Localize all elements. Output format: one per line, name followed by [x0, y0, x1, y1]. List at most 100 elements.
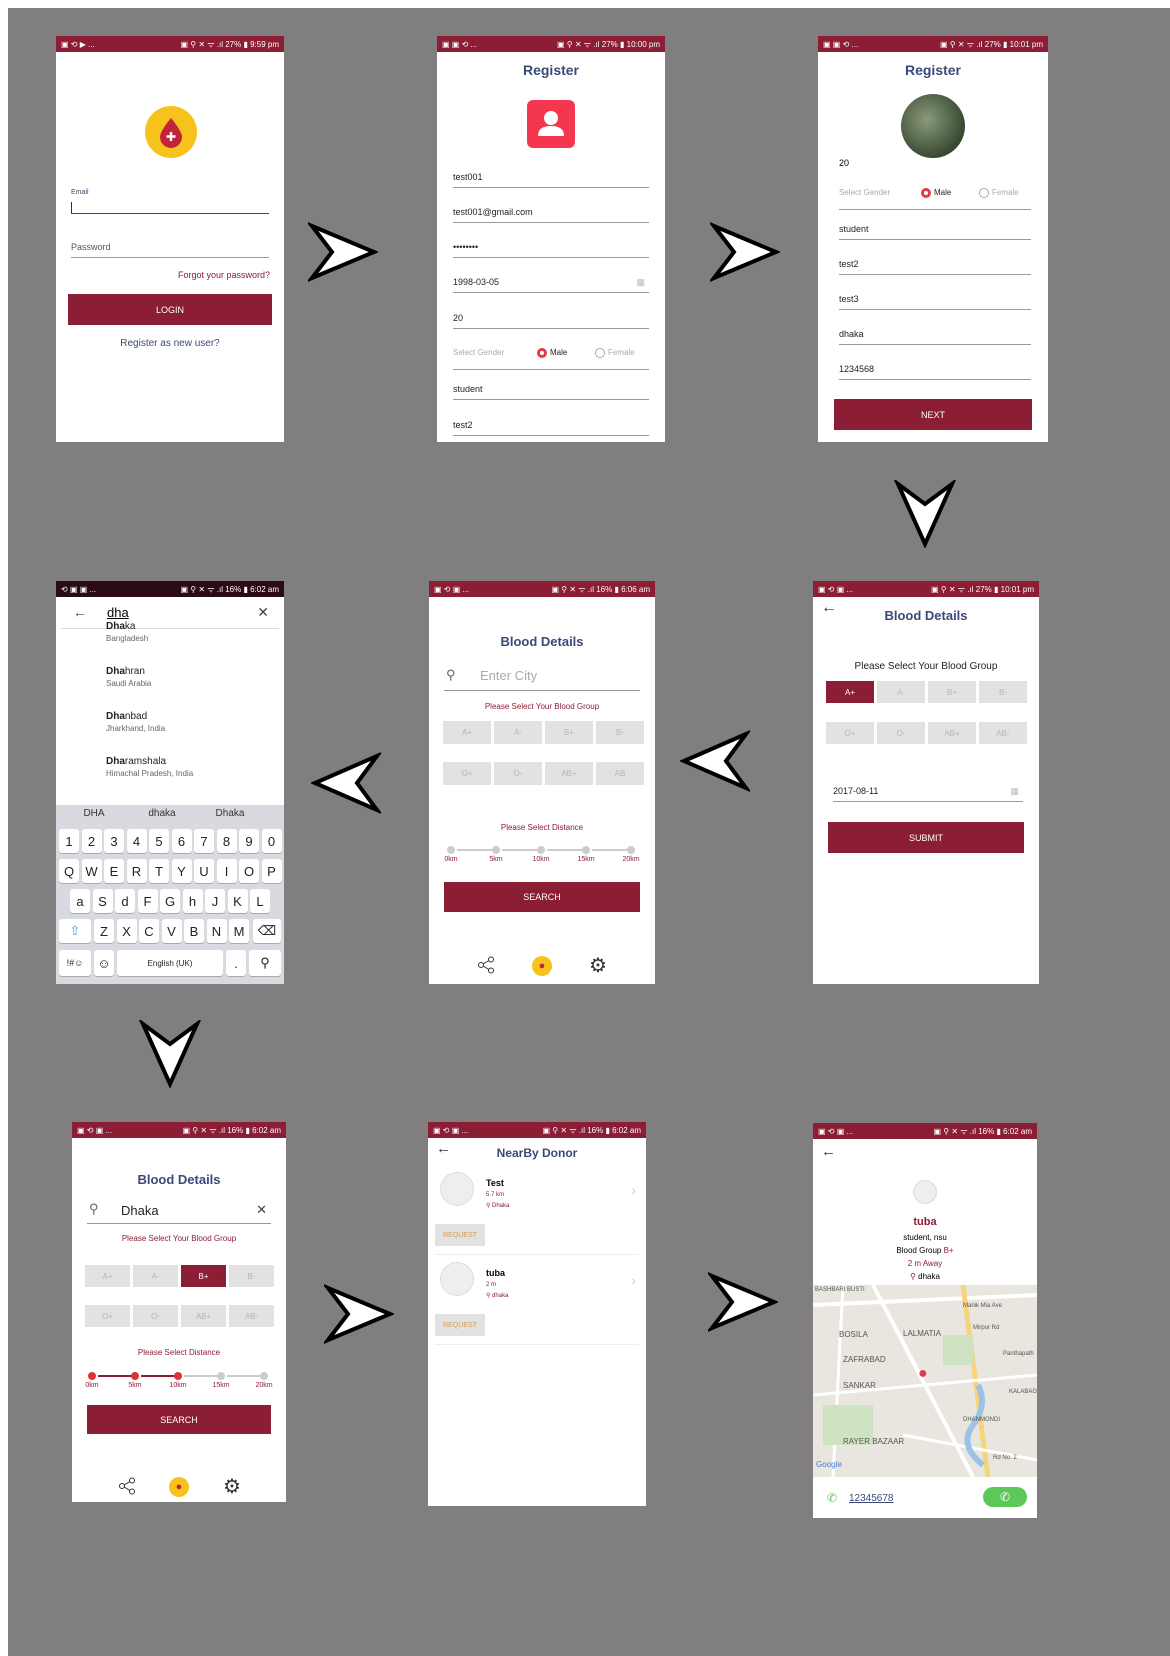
profile-photo[interactable] — [901, 94, 965, 158]
email-input[interactable] — [71, 200, 269, 214]
blood-group-option[interactable]: A- — [877, 681, 925, 703]
keyboard-key[interactable]: F — [137, 889, 158, 913]
gender-selector[interactable]: Select Gender Male Female — [839, 188, 1031, 210]
emoji-key[interactable]: ☺ — [94, 950, 114, 976]
calendar-icon[interactable]: ▦ — [636, 277, 645, 288]
phone-number-link[interactable]: 12345678 — [849, 1493, 894, 1504]
keyboard-suggestion[interactable]: Dhaka — [200, 808, 260, 819]
date-field[interactable]: 2017-08-11 ▦ — [833, 786, 1023, 802]
slider-stop[interactable] — [88, 1372, 96, 1380]
blood-group-option[interactable]: A- — [494, 721, 542, 744]
keyboard-key[interactable]: 9 — [239, 829, 259, 853]
login-button[interactable]: LOGIN — [68, 294, 272, 325]
email-field[interactable]: test001@gmail.com — [453, 207, 649, 223]
list-item[interactable]: Dharamshala Himachal Pradesh, India — [106, 756, 276, 778]
keyboard-key[interactable]: h — [182, 889, 203, 913]
map-view[interactable]: BASHBARI BUSTI Manik Mia Ave BOSILA LALMATI… — [813, 1285, 1037, 1477]
password-input[interactable]: Password — [71, 242, 269, 258]
blood-group-option[interactable]: O+ — [443, 762, 491, 785]
submit-button[interactable]: SUBMIT — [828, 822, 1024, 853]
next-button[interactable]: NEXT — [834, 399, 1032, 430]
blood-group-option[interactable]: A+ — [443, 721, 491, 744]
keyboard-key[interactable]: N — [206, 919, 227, 943]
share-icon[interactable] — [118, 1477, 136, 1500]
keyboard-key[interactable]: 4 — [126, 829, 147, 853]
blood-drop-home-icon[interactable]: ● — [532, 956, 552, 976]
keyboard-key[interactable]: P — [261, 859, 282, 883]
slider-stop[interactable] — [260, 1372, 268, 1380]
male-radio[interactable]: Male — [921, 188, 951, 198]
list-item[interactable]: Dhanbad Jharkhand, India — [106, 711, 276, 733]
slider-stop[interactable] — [131, 1372, 139, 1380]
chevron-right-icon[interactable]: › — [631, 1182, 636, 1198]
slider-stop[interactable] — [582, 846, 590, 854]
list-item[interactable]: Dhaka Bangladesh — [106, 621, 276, 643]
back-arrow-icon[interactable]: ← — [73, 604, 87, 620]
blood-group-option[interactable]: A+ — [826, 681, 874, 703]
blood-group-option[interactable]: O- — [877, 722, 925, 744]
keyboard-key[interactable]: X — [116, 919, 137, 943]
gender-selector[interactable]: Select Gender Male Female — [453, 348, 649, 370]
blood-group-option[interactable]: B+ — [181, 1265, 226, 1287]
female-radio[interactable]: Female — [979, 188, 1019, 198]
blood-group-option[interactable]: A+ — [85, 1265, 130, 1287]
request-button[interactable]: REQUEST — [435, 1314, 485, 1336]
keyboard-key[interactable]: T — [149, 859, 169, 883]
keyboard-key[interactable]: G — [160, 889, 180, 913]
list-item[interactable]: Dhahran Saudi Arabia — [106, 666, 276, 688]
keyboard-key[interactable]: I — [216, 859, 237, 883]
blood-group-option[interactable]: O+ — [826, 722, 874, 744]
female-radio[interactable]: Female — [595, 348, 635, 358]
password-field[interactable]: •••••••• — [453, 242, 649, 258]
blood-group-option[interactable]: B- — [229, 1265, 274, 1287]
chevron-right-icon[interactable]: › — [631, 1272, 636, 1288]
keyboard-key[interactable]: 8 — [216, 829, 237, 853]
keyboard-key[interactable]: J — [205, 889, 225, 913]
slider-stop[interactable] — [217, 1372, 225, 1380]
shift-key[interactable]: ⇧ — [59, 919, 91, 943]
username-field[interactable]: test001 — [453, 172, 649, 188]
text-field[interactable]: test2 — [839, 259, 1031, 275]
keyboard-key[interactable]: Y — [171, 859, 192, 883]
keyboard-key[interactable]: K — [227, 889, 248, 913]
blood-group-option[interactable]: O+ — [85, 1305, 130, 1327]
date-of-birth-field[interactable]: 1998-03-05 ▦ — [453, 277, 649, 293]
city-search-input[interactable]: ⚲ Enter City — [444, 665, 640, 691]
close-icon[interactable]: ✕ — [257, 604, 269, 621]
keyboard-key[interactable]: V — [161, 919, 182, 943]
keyboard-key[interactable]: d — [115, 889, 135, 913]
text-field[interactable]: test2 — [453, 420, 649, 436]
gear-icon[interactable]: ⚙ — [223, 1474, 241, 1499]
keyboard-key[interactable]: 2 — [81, 829, 102, 853]
occupation-field[interactable]: student — [453, 384, 649, 400]
call-button[interactable]: ✆ — [983, 1487, 1027, 1507]
blood-drop-home-icon[interactable]: ● — [169, 1477, 189, 1497]
keyboard-key[interactable]: R — [126, 859, 147, 883]
gear-icon[interactable]: ⚙ — [589, 953, 607, 978]
male-radio[interactable]: Male — [537, 348, 567, 358]
search-button[interactable]: SEARCH — [444, 882, 640, 912]
share-icon[interactable] — [477, 956, 495, 979]
keyboard-key[interactable]: S — [92, 889, 113, 913]
text-field[interactable]: test3 — [839, 294, 1031, 310]
map-pin-icon[interactable]: ● — [918, 1365, 928, 1383]
blood-group-option[interactable]: AB- — [979, 722, 1027, 744]
forgot-password-link[interactable]: Forgot your password? — [178, 270, 270, 280]
blood-group-option[interactable]: AB — [596, 762, 644, 785]
keyboard-key[interactable]: C — [139, 919, 159, 943]
age-field[interactable]: 20 — [453, 313, 649, 329]
search-query[interactable]: dha — [107, 605, 129, 620]
keyboard-key[interactable]: 7 — [194, 829, 214, 853]
keyboard-key[interactable]: E — [104, 859, 124, 883]
profile-placeholder-icon[interactable] — [527, 100, 575, 148]
search-button[interactable]: SEARCH — [87, 1405, 271, 1434]
keyboard-key[interactable]: U — [194, 859, 214, 883]
keyboard-key[interactable]: W — [81, 859, 102, 883]
keyboard-key[interactable]: a — [70, 889, 90, 913]
slider-stop[interactable] — [447, 846, 455, 854]
keyboard-key[interactable]: 3 — [104, 829, 124, 853]
slider-stop[interactable] — [537, 846, 545, 854]
space-key[interactable]: English (UK) — [117, 950, 223, 976]
keyboard-key[interactable]: O — [239, 859, 259, 883]
keyboard-key[interactable]: 1 — [59, 829, 79, 853]
